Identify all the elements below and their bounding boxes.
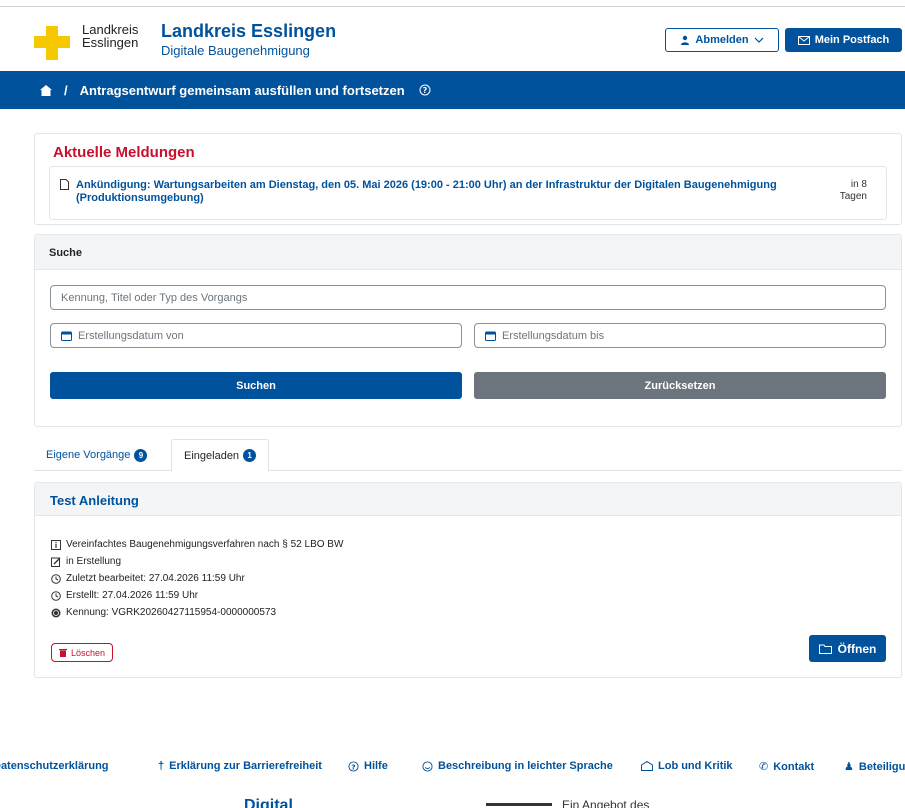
reset-button[interactable]: Zurücksetzen (474, 372, 886, 399)
date-from-field[interactable]: Erstellungsdatum von (50, 323, 462, 348)
site-title[interactable]: Landkreis Esslingen (161, 21, 336, 42)
search-input-placeholder: Kennung, Titel oder Typ des Vorgangs (61, 291, 248, 304)
edit-icon (51, 557, 61, 567)
procedure-type-row: Vereinfachtes Baugenehmigungsverfahren n… (51, 536, 343, 553)
site-subtitle: Digitale Baugenehmigung (161, 43, 310, 58)
search-title: Suche (35, 235, 901, 270)
search-button[interactable]: Suchen (50, 372, 462, 399)
logout-button[interactable]: Abmelden (665, 28, 779, 52)
bottom-brand-text: Digital (244, 797, 293, 808)
footer-links: Datenschutzerklärung † Erklärung zur Bar… (0, 757, 905, 777)
mailbox-label: Mein Postfach (814, 34, 890, 46)
info-icon (51, 539, 61, 550)
envelope-open-icon (641, 761, 653, 771)
date-to-field[interactable]: Erstellungsdatum bis (474, 323, 886, 348)
tab-label: Eingeladen (184, 449, 240, 462)
accessibility-icon: † (158, 760, 165, 772)
news-item-time: in 8 Tagen (839, 179, 867, 202)
status-row: in Erstellung (51, 553, 343, 570)
count-badge: 9 (134, 448, 148, 462)
calendar-icon (485, 331, 496, 341)
created-row: Erstellt: 27.04.2026 11:59 Uhr (51, 587, 343, 604)
home-icon[interactable] (40, 84, 52, 96)
footer-privacy-link[interactable]: Datenschutzerklärung (0, 760, 109, 772)
landkreis-logo[interactable] (34, 26, 70, 60)
search-panel: Suche Kennung, Titel oder Typ des Vorgan… (34, 234, 902, 427)
tab-bar: Eigene Vorgänge 9 Eingeladen 1 (34, 439, 902, 472)
tab-label: Eigene Vorgänge (46, 449, 131, 461)
open-label: Öffnen (837, 641, 877, 656)
news-item: Ankündigung: Wartungsarbeiten am Diensta… (49, 166, 887, 220)
footer-feedback-link[interactable]: Lob und Kritik (641, 760, 733, 772)
clock-icon (51, 590, 61, 601)
calendar-icon (61, 331, 72, 341)
breadcrumb-current: Antragsentwurf gemeinsam ausfüllen und f… (79, 82, 405, 98)
phone-icon: ✆ (759, 761, 769, 773)
clock-icon (51, 573, 61, 584)
svg-text:?: ? (422, 86, 427, 95)
fingerprint-icon (51, 608, 61, 617)
breadcrumb: / Antragsentwurf gemeinsam ausfüllen und… (0, 71, 905, 109)
breadcrumb-separator: / (64, 82, 68, 98)
mailbox-button[interactable]: Mein Postfach (785, 28, 902, 52)
footer-participation-link[interactable]: ♟ Beteiligung (844, 760, 905, 774)
help-circle-icon[interactable]: ? (419, 84, 431, 96)
chevron-down-icon (754, 37, 764, 43)
procedure-details: Vereinfachtes Baugenehmigungsverfahren n… (51, 536, 343, 621)
footer-accessibility-link[interactable]: † Erklärung zur Barrierefreiheit (158, 760, 322, 772)
footer-easy-language-link[interactable]: Beschreibung in leichter Sprache (422, 760, 613, 772)
procedure-title: Test Anleitung (35, 483, 901, 516)
tab-invited[interactable]: Eingeladen 1 (171, 439, 270, 472)
news-item-link[interactable]: Ankündigung: Wartungsarbeiten am Diensta… (76, 179, 816, 205)
open-button[interactable]: Öffnen (809, 635, 886, 662)
date-from-placeholder: Erstellungsdatum von (78, 329, 184, 342)
news-panel: Aktuelle Meldungen Ankündigung: Wartungs… (34, 133, 902, 225)
id-row: Kennung: VGRK20260427115954-0000000573 (51, 604, 343, 621)
last-edited-row: Zuletzt bearbeitet: 27.04.2026 11:59 Uhr (51, 570, 343, 587)
bottom-offer-text: Ein Angebot des (562, 798, 650, 808)
logo-wordmark: Landkreis Esslingen (82, 22, 139, 50)
smile-icon (422, 760, 433, 772)
envelope-icon (797, 35, 810, 45)
news-title: Aktuelle Meldungen (53, 144, 195, 161)
logout-label: Abmelden (695, 34, 749, 46)
delete-label: Löschen (70, 647, 106, 658)
count-badge: 1 (243, 449, 257, 462)
date-to-placeholder: Erstellungsdatum bis (502, 329, 605, 342)
tab-own-procedures[interactable]: Eigene Vorgänge 9 (34, 439, 159, 471)
search-input[interactable]: Kennung, Titel oder Typ des Vorgangs (50, 285, 886, 310)
procedure-card: Test Anleitung Vereinfachtes Baugenehmig… (34, 482, 902, 678)
bottom-divider (486, 803, 552, 806)
delete-button[interactable]: Löschen (51, 643, 113, 662)
user-icon (681, 35, 690, 45)
document-icon (60, 179, 69, 190)
bottom-branding: Digital Ein Angebot des (0, 796, 905, 808)
svg-text:?: ? (351, 762, 355, 771)
site-header: Landkreis Esslingen Landkreis Esslingen … (0, 7, 905, 71)
footer-contact-link[interactable]: ✆ Kontakt (759, 760, 814, 774)
person-icon: ♟ (844, 761, 854, 773)
help-circle-icon: ? (348, 760, 359, 772)
trash-icon (58, 649, 67, 657)
folder-icon (818, 644, 832, 654)
footer-help-link[interactable]: ? Hilfe (348, 760, 388, 772)
